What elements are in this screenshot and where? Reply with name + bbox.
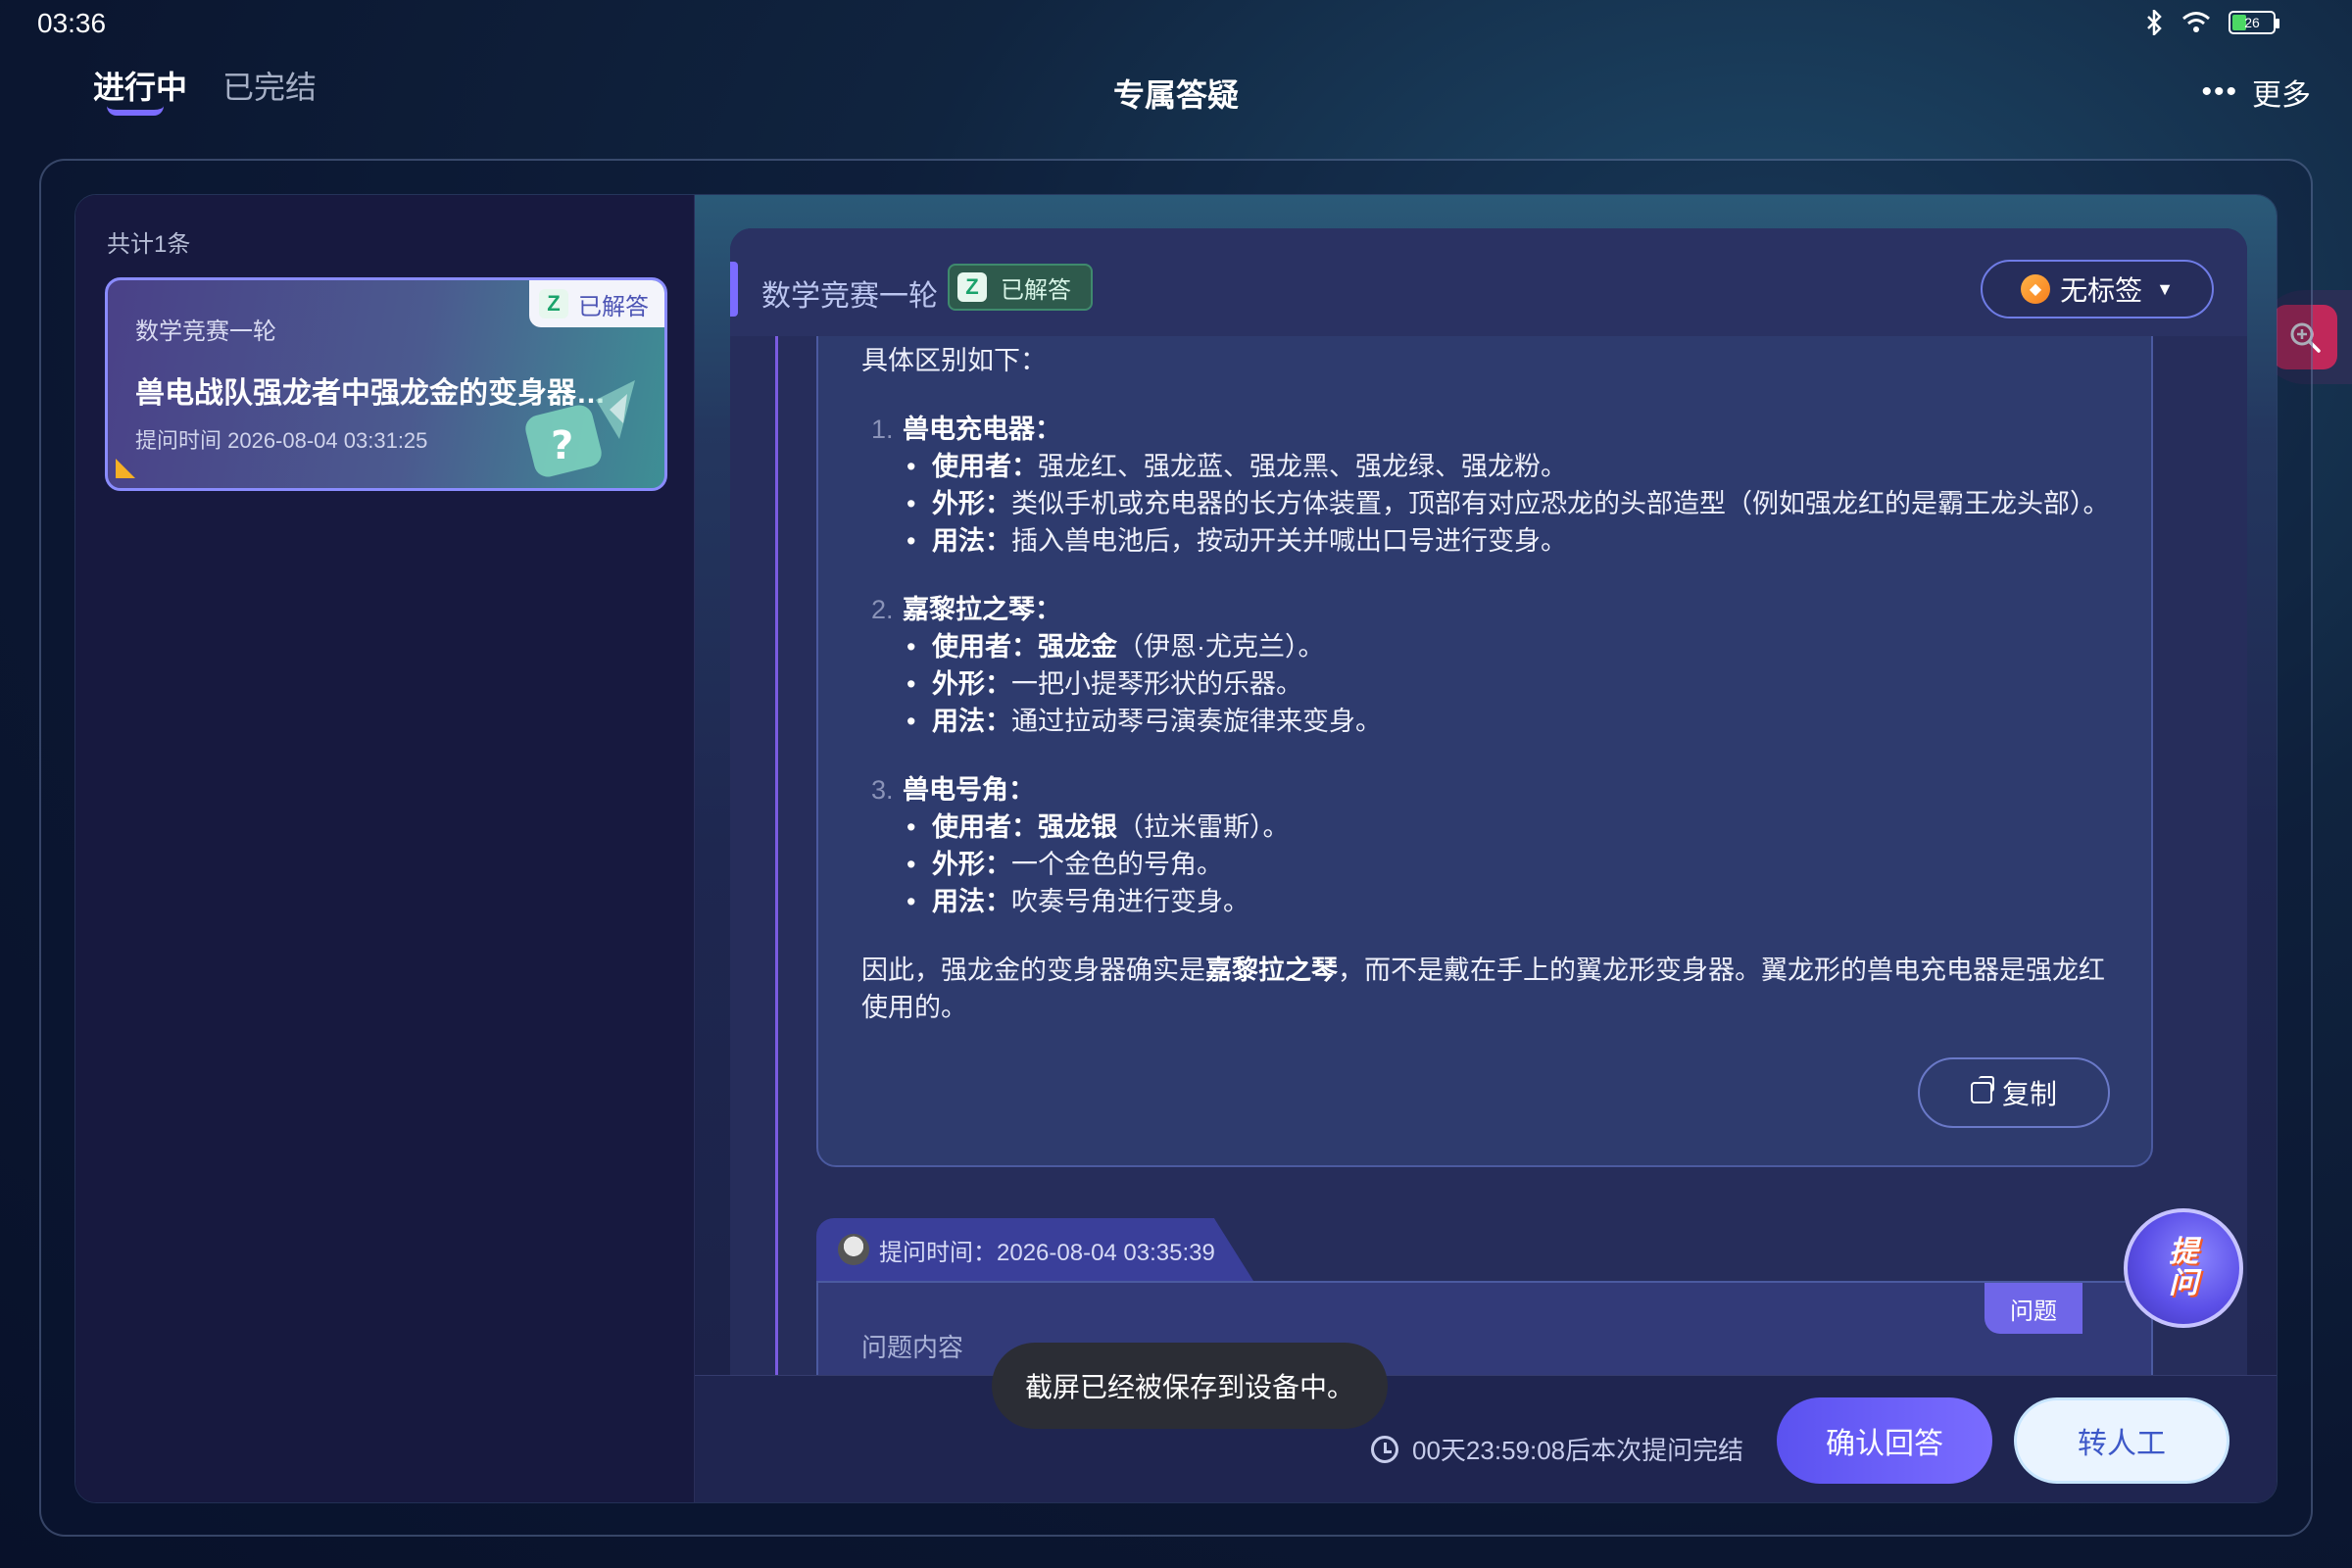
status-bar: 03:36 26	[0, 0, 2352, 49]
answer-bullet: 使用者：强龙金（伊恩·尤克兰）。	[861, 628, 2126, 665]
answer-bullet: 用法：吹奏号角进行变身。	[861, 883, 2126, 920]
transfer-to-human-button[interactable]: 转人工	[2014, 1397, 2230, 1484]
section-title: 嘉黎拉之琴：	[903, 595, 1061, 624]
question-detail-panel: 数学竞赛一轮 Z 已解答 ◆ 无标签 ▼ 具体区别如下： 1. 兽电充电器： •…	[695, 195, 2277, 1502]
answered-z-icon: Z	[957, 272, 987, 302]
question-count: 共计1条	[107, 231, 191, 258]
answered-z-icon: Z	[539, 289, 568, 318]
copy-icon	[1970, 1076, 1994, 1103]
section-number: 3.	[871, 775, 894, 805]
copy-label: 复制	[2001, 1079, 2057, 1109]
section-title: 兽电号角：	[903, 775, 1035, 805]
tag-icon: ◆	[2021, 274, 2051, 304]
more-button[interactable]: ••• 更多	[2201, 71, 2311, 114]
bottom-action-bar: 00天23:59:08后本次提问完结 确认回答 转人工	[695, 1375, 2277, 1502]
card-corner-mark	[116, 459, 135, 478]
detail-status-badge: Z 已解答	[948, 264, 1093, 311]
answer-section: 2. 嘉黎拉之琴：	[861, 591, 2126, 628]
header-accent-bar	[730, 262, 738, 317]
chat-area: 数学竞赛一轮 Z 已解答 ◆ 无标签 ▼ 具体区别如下： 1. 兽电充电器： •…	[730, 228, 2247, 1375]
detail-category: 数学竞赛一轮	[761, 280, 938, 313]
answer-bullet: 使用者：强龙红、强龙蓝、强龙黑、强龙绿、强龙粉。	[861, 448, 2126, 485]
copy-button[interactable]: 复制	[1918, 1057, 2110, 1128]
detail-header: 数学竞赛一轮 Z 已解答 ◆ 无标签 ▼	[730, 228, 2247, 336]
answer-content: 具体区别如下： 1. 兽电充电器： 使用者：强龙红、强龙蓝、强龙黑、强龙绿、强龙…	[861, 342, 2126, 1026]
ask-time: 提问时间：2026-08-04 03:35:39	[879, 1239, 1215, 1266]
status-icons: 26	[2146, 10, 2279, 35]
timeline-line	[775, 336, 778, 1375]
answer-section: 3. 兽电号角：	[861, 771, 2126, 808]
bluetooth-icon	[2147, 10, 2162, 35]
clock-icon	[1371, 1435, 1398, 1463]
status-time: 03:36	[37, 8, 107, 38]
card-time: 提问时间 2026-08-04 03:31:25	[135, 428, 428, 453]
detail-status-text: 已解答	[1001, 276, 1071, 304]
answer-bubble: 具体区别如下： 1. 兽电充电器： 使用者：强龙红、强龙蓝、强龙黑、强龙绿、强龙…	[816, 287, 2153, 1167]
answer-bullet: 用法：通过拉动琴弓演奏旋律来变身。	[861, 703, 2126, 740]
question-tag: 问题	[1984, 1283, 2082, 1334]
question-card[interactable]: Z 已解答 数学竞赛一轮 兽电战队强龙者中强龙金的变身器是…… 提问时间 202…	[105, 277, 667, 491]
more-label: 更多	[2252, 79, 2311, 112]
question-list-panel: 共计1条 Z 已解答 数学竞赛一轮 兽电战队强龙者中强龙金的变身器是…… 提问时…	[75, 195, 695, 1502]
ask-mascot-label: 提问	[2169, 1236, 2198, 1299]
section-title: 兽电充电器：	[903, 415, 1061, 444]
question-bubble-decoration-icon: ?	[525, 380, 635, 477]
tag-label: 无标签	[2060, 275, 2143, 306]
card-status-text: 已解答	[578, 293, 649, 320]
section-number: 2.	[871, 595, 894, 624]
ask-mascot-button[interactable]: 提问	[2124, 1208, 2243, 1328]
card-status-badge: Z 已解答	[529, 280, 664, 327]
answer-bullet: 外形：一个金色的号角。	[861, 846, 2126, 883]
answer-section: 1. 兽电充电器：	[861, 411, 2126, 448]
countdown-text: 00天23:59:08后本次提问完结	[1412, 1436, 1744, 1465]
answer-bullet: 外形：一把小提琴形状的乐器。	[861, 665, 2126, 703]
answer-conclusion: 因此，强龙金的变身器确实是嘉黎拉之琴，而不是戴在手上的翼龙形变身器。翼龙形的兽电…	[861, 956, 2105, 1022]
answer-bullet: 使用者：强龙银（拉米雷斯）。	[861, 808, 2126, 846]
card-category: 数学竞赛一轮	[135, 318, 276, 345]
battery-icon: 26	[2229, 11, 2279, 34]
section-number: 1.	[871, 415, 894, 444]
answer-bullet: 用法：插入兽电池后，按动开关并喊出口号进行变身。	[861, 522, 2126, 560]
more-dots-icon: •••	[2201, 75, 2238, 108]
answer-intro: 具体区别如下：	[861, 346, 1047, 375]
wifi-icon	[2182, 12, 2210, 32]
caret-down-icon: ▼	[2156, 278, 2174, 299]
battery-level: 26	[2244, 15, 2260, 30]
tag-selector[interactable]: ◆ 无标签 ▼	[1981, 260, 2214, 318]
countdown-timer: 00天23:59:08后本次提问完结	[1371, 1431, 1743, 1467]
ask-time-tab: 提问时间：2026-08-04 03:35:39	[816, 1218, 1253, 1281]
screenshot-toast: 截屏已经被保存到设备中。	[992, 1343, 1389, 1429]
question-placeholder: 问题内容	[861, 1333, 964, 1362]
confirm-answer-button[interactable]: 确认回答	[1777, 1397, 1992, 1484]
svg-text:?: ?	[551, 423, 573, 468]
avatar	[838, 1234, 869, 1265]
answer-bullet: 外形：类似手机或充电器的长方体装置，顶部有对应恐龙的头部造型（例如强龙红的是霸王…	[861, 485, 2126, 522]
content-container: 共计1条 Z 已解答 数学竞赛一轮 兽电战队强龙者中强龙金的变身器是…… 提问时…	[74, 194, 2278, 1503]
page-title: 专属答疑	[1112, 77, 1239, 113]
